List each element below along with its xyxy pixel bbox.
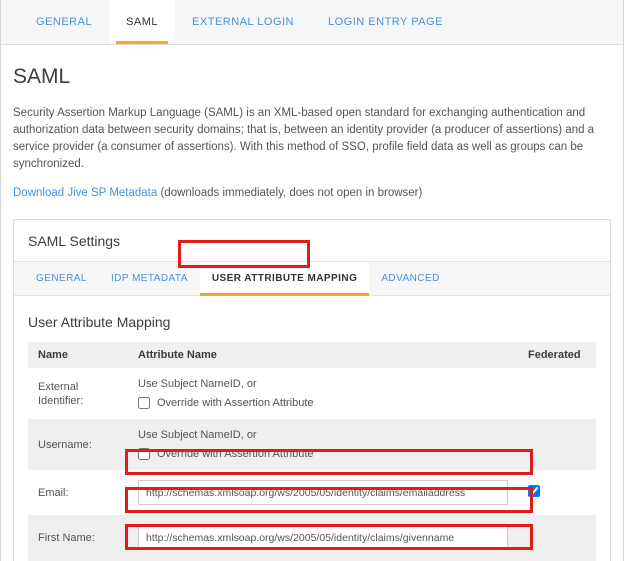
saml-settings-page: GENERAL SAML EXTERNAL LOGIN LOGIN ENTRY … <box>0 0 624 561</box>
tab-external-login[interactable]: EXTERNAL LOGIN <box>175 0 311 44</box>
override-checkbox-username[interactable] <box>138 448 150 460</box>
tab-saml-label: SAML <box>126 16 159 28</box>
page-title: SAML <box>13 65 71 88</box>
subtab-idp-metadata-label: IDP METADATA <box>110 273 188 284</box>
page-description: Security Assertion Markup Language (SAML… <box>13 107 595 170</box>
override-label-external-identifier: Override with Assertion Attribute <box>157 397 314 409</box>
tab-external-login-label: EXTERNAL LOGIN <box>192 16 294 28</box>
user-attribute-mapping-section: User Attribute Mapping Name Attribute Na… <box>14 296 610 561</box>
table-row: First Name: <box>28 515 596 560</box>
download-metadata-line: Download Jive SP Metadata (downloads imm… <box>13 187 611 199</box>
column-header-federated: Federated <box>518 342 596 368</box>
table-row: Username: Use Subject NameID, or Overrid… <box>28 419 596 470</box>
tab-saml[interactable]: SAML <box>109 0 176 44</box>
row-label-first-name: First Name: <box>28 515 128 560</box>
tab-general[interactable]: GENERAL <box>19 0 109 44</box>
row-value-external-identifier: Use Subject NameID, or Override with Ass… <box>128 368 518 419</box>
subtab-advanced[interactable]: ADVANCED <box>369 262 451 295</box>
subtab-general[interactable]: GENERAL <box>24 262 99 295</box>
override-label-username: Override with Assertion Attribute <box>157 448 314 460</box>
override-row-username[interactable]: Override with Assertion Attribute <box>138 448 508 460</box>
download-metadata-note: (downloads immediately, does not open in… <box>160 187 423 199</box>
first-name-attribute-input[interactable] <box>138 525 508 550</box>
table-header-row: Name Attribute Name Federated <box>28 342 596 368</box>
override-checkbox-external-identifier[interactable] <box>138 397 150 409</box>
override-row-external-identifier[interactable]: Override with Assertion Attribute <box>138 397 508 409</box>
subtab-idp-metadata[interactable]: IDP METADATA <box>99 262 200 295</box>
row-label-external-identifier: External Identifier: <box>28 368 128 419</box>
column-header-attribute-name: Attribute Name <box>128 342 518 368</box>
federated-checkbox-email[interactable] <box>528 485 540 497</box>
row-value-first-name <box>128 515 518 560</box>
federated-cell-external-identifier <box>518 368 596 419</box>
section-title: User Attribute Mapping <box>28 314 171 330</box>
row-label-username: Username: <box>28 419 128 470</box>
primary-tab-bar: GENERAL SAML EXTERNAL LOGIN LOGIN ENTRY … <box>1 0 623 45</box>
tab-login-entry-page[interactable]: LOGIN ENTRY PAGE <box>311 0 460 44</box>
federated-cell-first-name <box>518 515 596 560</box>
nameid-text-external-identifier: Use Subject NameID, or <box>138 378 257 390</box>
secondary-tab-bar: GENERAL IDP METADATA USER ATTRIBUTE MAPP… <box>14 262 610 296</box>
subtab-user-attribute-mapping-label: USER ATTRIBUTE MAPPING <box>211 273 358 284</box>
row-value-username: Use Subject NameID, or Override with Ass… <box>128 419 518 470</box>
table-row: External Identifier: Use Subject NameID,… <box>28 368 596 419</box>
user-attribute-mapping-table: Name Attribute Name Federated External I… <box>28 342 596 561</box>
tab-general-label: GENERAL <box>36 16 93 28</box>
email-attribute-input[interactable] <box>138 480 508 505</box>
download-jive-sp-metadata-link[interactable]: Download Jive SP Metadata <box>13 187 157 199</box>
row-label-email: Email: <box>28 470 128 515</box>
saml-settings-heading: SAML Settings <box>14 220 610 262</box>
subtab-user-attribute-mapping[interactable]: USER ATTRIBUTE MAPPING <box>199 262 370 296</box>
column-header-name: Name <box>28 342 128 368</box>
nameid-text-username: Use Subject NameID, or <box>138 429 257 441</box>
saml-settings-panel: SAML Settings GENERAL IDP METADATA USER … <box>13 219 611 561</box>
tab-login-entry-page-label: LOGIN ENTRY PAGE <box>328 16 443 28</box>
federated-cell-username <box>518 419 596 470</box>
row-value-email <box>128 470 518 515</box>
table-row: Email: <box>28 470 596 515</box>
subtab-advanced-label: ADVANCED <box>381 273 440 284</box>
page-body: SAML Security Assertion Markup Language … <box>1 65 623 561</box>
federated-cell-email <box>518 470 596 515</box>
subtab-general-label: GENERAL <box>36 273 87 284</box>
